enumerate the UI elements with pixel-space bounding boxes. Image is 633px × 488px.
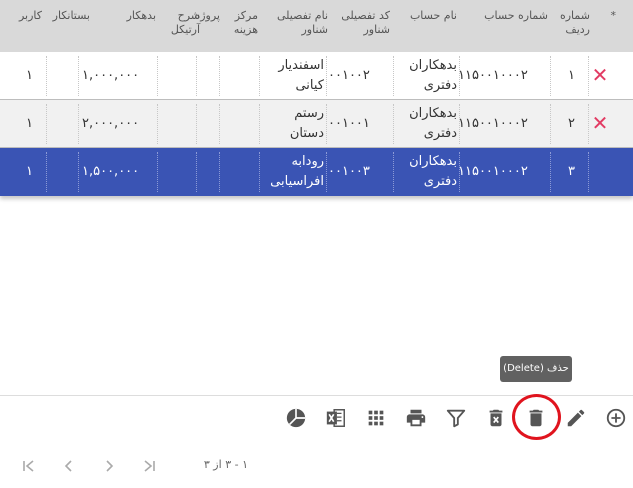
cell-debit: ۲,۰۰۰,۰۰۰ [82, 115, 140, 131]
first-page-button[interactable] [138, 455, 160, 477]
cell-row-no: ۲ [568, 115, 575, 131]
header-star[interactable]: * [596, 0, 617, 52]
cell-row-no: ۳ [568, 163, 575, 179]
header-account-name[interactable]: نام حساب [395, 0, 457, 52]
cell-row-no: ۱ [568, 67, 575, 83]
excel-export-button[interactable] [323, 405, 349, 431]
cell-account-name: بدهکاران دفتری [409, 105, 457, 141]
prev-page-button[interactable] [58, 455, 80, 477]
delete-row-icon[interactable]: ✕ [590, 64, 610, 86]
chevron-right-icon [106, 460, 114, 472]
print-button[interactable] [403, 405, 429, 431]
table-row[interactable]: ✕ ۲ ۱۱۵۰۰۱۰۰۰۲ بدهکاران دفتری ۰۰۱۰۰۱ رست… [0, 100, 633, 148]
filter-icon [446, 409, 466, 428]
header-user[interactable]: کاربر [10, 0, 42, 52]
chart-icon [286, 408, 306, 428]
cell-detail-code: ۰۰۱۰۰۲ [328, 67, 370, 83]
cell-detail-name: رستم دستان [289, 105, 324, 141]
add-button[interactable] [603, 405, 629, 431]
header-detail-code[interactable]: کد تفصیلی شناور [330, 0, 390, 52]
last-page-button[interactable] [18, 455, 40, 477]
chevron-left-icon [64, 460, 72, 472]
first-page-icon [23, 460, 34, 472]
data-grid: * شماره ردیف شماره حساب نام حساب کد تفصی… [0, 0, 633, 196]
cell-detail-name: اسفندیار کیانی [278, 57, 324, 93]
delete-tooltip: حذف (Delete) [500, 356, 572, 382]
cell-account-no: ۱۱۵۰۰۱۰۰۰۲ [458, 163, 528, 179]
last-page-icon [144, 460, 155, 472]
highlight-circle [512, 394, 561, 440]
table-row[interactable]: ✕ ۱ ۱۱۵۰۰۱۰۰۰۲ بدهکاران دفتری ۰۰۱۰۰۲ اسف… [0, 52, 633, 100]
cell-user: ۱ [26, 67, 33, 83]
cell-detail-code: ۰۰۱۰۰۱ [328, 115, 370, 131]
cell-account-no: ۱۱۵۰۰۱۰۰۰۲ [458, 67, 528, 83]
header-detail-name[interactable]: نام تفصیلی شناور [258, 0, 328, 52]
cell-account-name: بدهکاران دفتری [409, 57, 457, 93]
header-row-no[interactable]: شماره ردیف [548, 0, 590, 52]
cell-detail-name: رودابه افراسیابی [270, 153, 324, 189]
print-icon [406, 409, 426, 427]
grid-button[interactable] [363, 405, 389, 431]
next-page-button[interactable] [98, 455, 120, 477]
filter-button[interactable] [443, 405, 469, 431]
delete-row-icon[interactable]: ✕ [590, 112, 610, 134]
table-row-selected[interactable]: ۳ ۱۱۵۰۰۱۰۰۰۲ بدهکاران دفتری ۰۰۱۰۰۳ روداب… [0, 148, 633, 196]
page-info: ۱ - ۳ از ۳ [203, 458, 248, 471]
cell-detail-code: ۰۰۱۰۰۳ [328, 163, 370, 179]
grid-header: * شماره ردیف شماره حساب نام حساب کد تفصی… [0, 0, 633, 52]
cell-account-no: ۱۱۵۰۰۱۰۰۰۲ [458, 115, 528, 131]
header-cost-center[interactable]: مرکز هزینه [222, 0, 258, 52]
cell-account-name: بدهکاران دفتری [409, 153, 457, 189]
cell-debit: ۱,۰۰۰,۰۰۰ [82, 67, 140, 83]
header-credit[interactable]: بستانکار [42, 0, 90, 52]
header-article-desc[interactable]: شرح آرتیکل [160, 0, 200, 52]
excel-icon [326, 409, 345, 427]
grid-icon [368, 410, 384, 426]
add-icon [606, 408, 626, 428]
cell-debit: ۱,۵۰۰,۰۰۰ [82, 163, 140, 179]
remove-icon [489, 409, 503, 427]
edit-button[interactable] [563, 405, 589, 431]
header-debit[interactable]: بدهکار [100, 0, 156, 52]
chart-button[interactable] [283, 405, 309, 431]
remove-button[interactable] [483, 405, 509, 431]
header-account-no[interactable]: شماره حساب [462, 0, 548, 52]
edit-icon [567, 409, 585, 427]
cell-user: ۱ [26, 115, 33, 131]
cell-user: ۱ [26, 163, 33, 179]
